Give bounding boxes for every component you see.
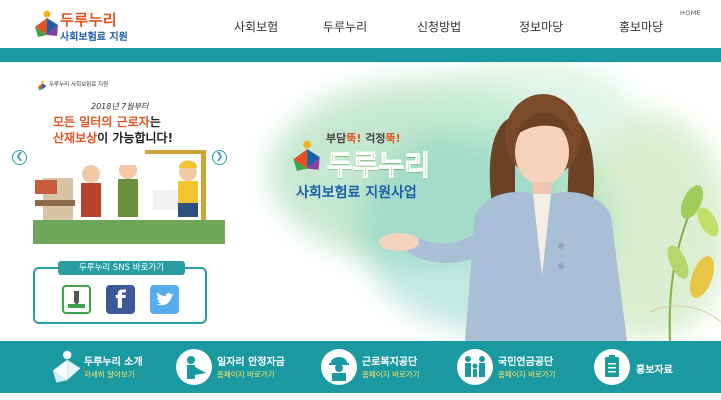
home-link[interactable]: HOME: [680, 9, 701, 17]
quick-link-subtitle: 홈페이지 바로가기: [498, 370, 556, 379]
logo-title: 두루누리: [60, 11, 118, 29]
facebook-link[interactable]: f: [106, 285, 135, 314]
hardhat-worker-icon: [321, 349, 357, 385]
nav-item-social-insurance[interactable]: 사회보험: [234, 18, 278, 35]
logo-subtitle: 사회보험료 지원: [60, 32, 128, 43]
headline-part: 모든 일터의 근로자: [53, 115, 150, 129]
blog-link[interactable]: [62, 285, 91, 314]
worker-icon: [176, 349, 212, 385]
banner-logo-text: 두루누리 사회보험료 지원: [49, 82, 109, 88]
twitter-icon: [156, 292, 174, 306]
nav-item-how-to-apply[interactable]: 신청방법: [417, 18, 461, 35]
quick-link-subtitle: 자세히 알아보기: [84, 370, 135, 379]
decorative-plants: [649, 185, 721, 341]
banner-headline: 산재보상이 가능합니다!: [53, 129, 173, 146]
nav-item-durunuri[interactable]: 두루누리: [323, 18, 367, 35]
quick-link-title: 일자리 안정자금: [217, 357, 285, 368]
quick-link-title: 홍보자료: [636, 365, 673, 376]
hero-logo-icon: [293, 140, 320, 171]
sns-label: 두루누리 SNS 바로가기: [58, 261, 185, 275]
durunuri-logo-icon: [35, 10, 58, 37]
header-divider: [0, 48, 721, 62]
facebook-icon: f: [115, 286, 126, 314]
durunuri-logo-icon: [48, 349, 84, 385]
nav-item-promotion[interactable]: 홍보마당: [619, 18, 663, 35]
page: 두루누리 사회보험료 지원 사회보험 두루누리 신청방법 정보마당 홍보마당 H…: [0, 0, 721, 400]
headline-part: 이 가능합니다!: [97, 131, 174, 145]
quick-link-subtitle: 홈페이지 바로가기: [217, 370, 275, 379]
quick-link-title: 국민연금공단: [498, 357, 554, 368]
headline-part: 산재보상: [53, 131, 98, 145]
quick-link-title: 근로복지공단: [362, 357, 418, 368]
banner-headline: 모든 일터의 근로자는: [53, 113, 161, 130]
banner-logo-icon: [38, 80, 47, 91]
headline-part: 는: [149, 115, 161, 129]
footer-edge: [0, 393, 721, 400]
banner-date: 2018년 7월부터: [91, 102, 149, 111]
quick-link-subtitle: 홈페이지 바로가기: [362, 370, 420, 379]
promo-banner[interactable]: 두루누리 사회보험료 지원 2018년 7월부터 모든 일터의 근로자는 산재보…: [13, 70, 230, 250]
clipboard-icon: [594, 349, 630, 385]
presenter-photo: [379, 94, 627, 341]
workers-illustration: [33, 150, 225, 244]
nav-item-info[interactable]: 정보마당: [519, 18, 563, 35]
header: 두루누리 사회보험료 지원 사회보험 두루누리 신청방법 정보마당 홍보마당 H…: [0, 0, 721, 48]
site-logo[interactable]: 두루누리 사회보험료 지원: [32, 6, 142, 43]
quick-link-title: 두루누리 소개: [84, 357, 143, 368]
family-icon: [457, 349, 493, 385]
blog-icon: [68, 291, 85, 308]
twitter-link[interactable]: [150, 285, 179, 314]
